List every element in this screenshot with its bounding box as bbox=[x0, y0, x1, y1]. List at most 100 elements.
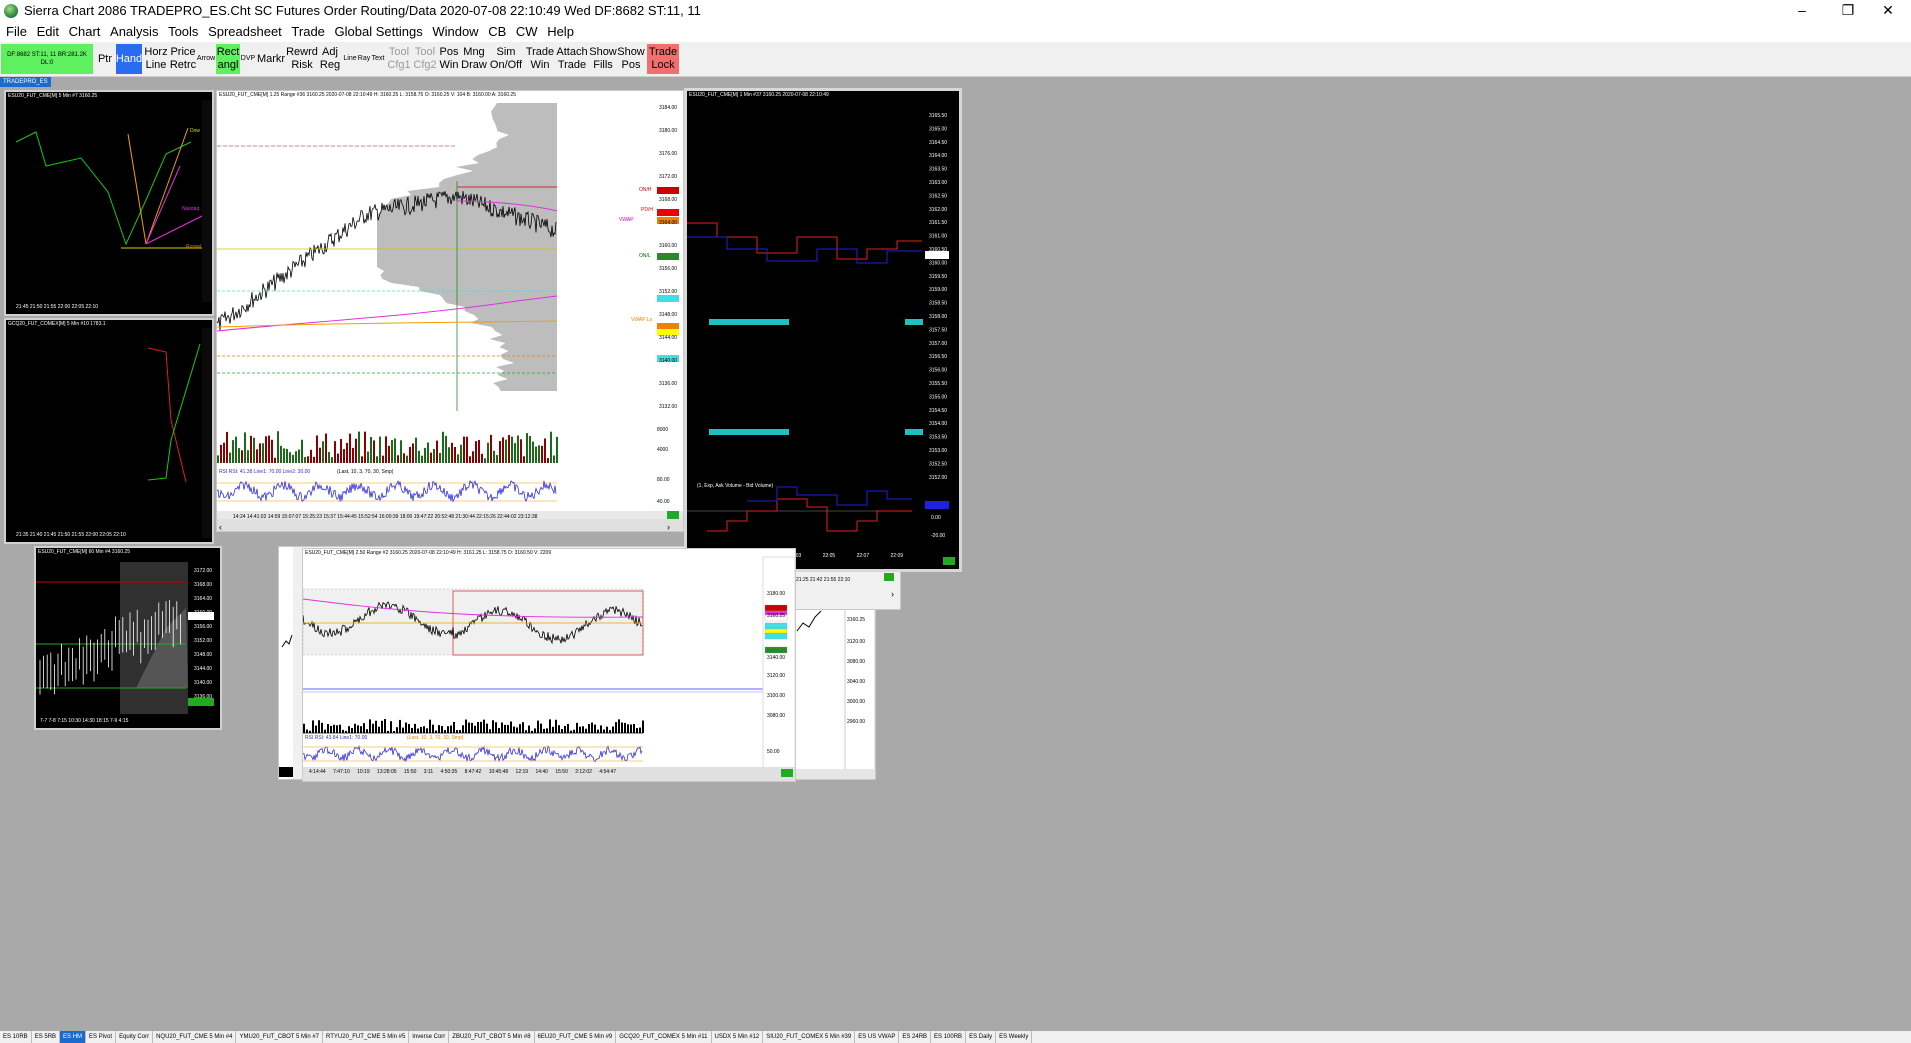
reward-risk-tool-button[interactable]: Rewrd Risk bbox=[286, 44, 318, 74]
scroll-right-icon[interactable]: › bbox=[667, 522, 670, 531]
price-label: 3120.00 bbox=[847, 639, 866, 645]
trade-window-button[interactable]: Trade Win bbox=[525, 44, 555, 74]
menu-cb[interactable]: CB bbox=[482, 22, 506, 42]
menu-spreadsheet[interactable]: Spreadsheet bbox=[202, 22, 282, 42]
time-axis: 21:45 21:50 21:55 22:00 22:05 22:10 bbox=[16, 304, 99, 310]
chart-es-2.50-range[interactable]: ESU20_FUT_CME[M] 2.50 Range #2 3160.25 2… bbox=[302, 548, 796, 782]
close-button[interactable]: ✕ bbox=[1865, 0, 1911, 22]
tab-nq[interactable]: NQU20_FUT_CME 5 Min #4 bbox=[153, 1031, 237, 1043]
price-retracement-tool-button[interactable]: Price Retrc bbox=[170, 44, 196, 74]
volume-label: 4000 bbox=[657, 447, 669, 453]
show-position-button[interactable]: Show Pos bbox=[617, 44, 645, 74]
menu-window[interactable]: Window bbox=[426, 22, 478, 42]
tab-es-us-vwap[interactable]: ES US VWAP bbox=[855, 1031, 900, 1043]
tab-zb[interactable]: ZBU20_FUT_CBOT 5 Min #8 bbox=[449, 1031, 535, 1043]
price-label: 3157.50 bbox=[929, 327, 947, 333]
price-label: 3000.00 bbox=[847, 699, 866, 705]
horizontal-line-tool-button[interactable]: Horz Line bbox=[143, 44, 169, 74]
price-label: 3156.50 bbox=[929, 354, 947, 360]
line-tool-button[interactable]: Line bbox=[343, 44, 357, 74]
price-label: 3155.50 bbox=[929, 381, 947, 387]
chart-es-1.25-range[interactable]: ESU20_FUT_CME[M] 1.25 Range #36 3160.25 … bbox=[216, 90, 684, 532]
price-label: 3080.00 bbox=[847, 659, 866, 665]
position-window-button[interactable]: Pos Win bbox=[438, 44, 460, 74]
chart-window-behind-middle[interactable]: 21:25 21:42 21:55 22:10 › bbox=[795, 570, 901, 610]
tab-es-100rb[interactable]: ES 100RB bbox=[931, 1031, 967, 1043]
chart-gc-5min[interactable]: GCQ20_FUT_COMEX[M] 5 Min #10 1783.1 21:3… bbox=[4, 318, 214, 544]
price-label: 3172.00 bbox=[659, 174, 678, 180]
tab-es-weekly[interactable]: ES Weekly bbox=[996, 1031, 1033, 1043]
menu-global-settings[interactable]: Global Settings bbox=[329, 22, 423, 42]
tab-es-5rb[interactable]: ES 5RB bbox=[32, 1031, 61, 1043]
text-tool-button[interactable]: Text bbox=[371, 44, 385, 74]
rsi-params: (Last, 10, 3, 70, 30, Smp) bbox=[337, 469, 394, 475]
tab-gc[interactable]: GCQ20_FUT_COMEX 5 Min #11 bbox=[616, 1031, 712, 1043]
price-label: 3172.00 bbox=[194, 568, 213, 574]
price-label: 3144.00 bbox=[194, 666, 213, 672]
tab-usdx[interactable]: USDX 5 Min #12 bbox=[712, 1031, 764, 1043]
price-label: 3152.00 bbox=[659, 289, 678, 295]
vwap-level-label: VWAP bbox=[619, 217, 634, 223]
price-label: 2960.00 bbox=[847, 719, 866, 725]
es250-graphics bbox=[303, 556, 795, 781]
menu-tools[interactable]: Tools bbox=[162, 22, 198, 42]
trade-lock-button[interactable]: Trade Lock bbox=[647, 44, 679, 74]
menu-cw[interactable]: CW bbox=[510, 22, 538, 42]
price-label: 3168.00 bbox=[194, 582, 213, 588]
menu-help[interactable]: Help bbox=[541, 22, 574, 42]
attach-trade-button[interactable]: Attach Trade bbox=[556, 44, 588, 74]
tab-inverse-corr[interactable]: Inverse Corr bbox=[409, 1031, 450, 1043]
rsi-level-label: 80.00 bbox=[657, 477, 670, 483]
minimize-button[interactable]: – bbox=[1779, 0, 1825, 22]
vwap-low-label: VWAP Lo bbox=[631, 317, 653, 323]
chart-es-1min[interactable]: ESU20_FUT_CME[M] 1 Min #37 3160.25 2020-… bbox=[684, 88, 962, 572]
tab-es-pivot[interactable]: ES Pivot bbox=[86, 1031, 117, 1043]
price-label: 3164.00 bbox=[929, 153, 947, 159]
tool-config-2-button[interactable]: Tool Cfg2 bbox=[413, 44, 437, 74]
price-label: 3156.00 bbox=[929, 368, 947, 374]
menu-file[interactable]: File bbox=[0, 22, 27, 42]
menu-chart[interactable]: Chart bbox=[63, 22, 101, 42]
tab-equity-corr[interactable]: Equity Corr bbox=[116, 1031, 154, 1043]
hand-tool-button[interactable]: Hand bbox=[116, 44, 142, 74]
tab-es-daily[interactable]: ES Daily bbox=[966, 1031, 997, 1043]
pdh-level-label: PD/H bbox=[641, 207, 653, 213]
menu-edit[interactable]: Edit bbox=[31, 22, 59, 42]
tab-6e[interactable]: 6EU20_FUT_CME 5 Min #9 bbox=[535, 1031, 617, 1043]
price-label: 3156.00 bbox=[194, 624, 213, 630]
manage-drawings-button[interactable]: Mng Draw bbox=[461, 44, 487, 74]
price-label: 3080.00 bbox=[767, 713, 786, 719]
price-label: 3040.00 bbox=[847, 679, 866, 685]
pointer-tool-button[interactable]: Ptr bbox=[96, 44, 114, 74]
arrow-tool-button[interactable]: Arrow bbox=[197, 44, 215, 74]
price-label: 3100.00 bbox=[767, 693, 786, 699]
sim-toggle-button[interactable]: Sim On/Off bbox=[488, 44, 524, 74]
dvp-tool-button[interactable]: DVP bbox=[241, 44, 255, 74]
price-label: 3148.00 bbox=[659, 312, 678, 318]
es1-graphics: 3165.50 3165.00 3164.50 3164.00 3163.50 3163.… bbox=[687, 99, 959, 569]
price-label: 3136.00 bbox=[194, 694, 213, 700]
rsi-level-label: 50.00 bbox=[767, 749, 780, 755]
chartbook-tab[interactable]: TRADEPRO_ES bbox=[0, 77, 51, 87]
time-axis: 7-7 7-8 7:15 10:30 14:30 18:15 7-9 4:15 bbox=[40, 718, 129, 724]
tab-es-24rb[interactable]: ES 24RB bbox=[899, 1031, 932, 1043]
menu-analysis[interactable]: Analysis bbox=[104, 22, 158, 42]
menu-trade[interactable]: Trade bbox=[285, 22, 324, 42]
tab-ym[interactable]: YMU20_FUT_CBOT 5 Min #7 bbox=[236, 1031, 324, 1043]
chart-es-5min-corr[interactable]: ESU20_FUT_CME[M] 5 Min #7 3160.25 Dow Na… bbox=[4, 90, 214, 316]
tab-si[interactable]: SIU20_FUT_COMEX 5 Min #39 bbox=[763, 1031, 856, 1043]
nasdaq-label: Nasdaq bbox=[182, 206, 200, 212]
rectangle-tool-button[interactable]: Rect angl bbox=[216, 44, 240, 74]
adjust-regression-tool-button[interactable]: Adj Reg bbox=[318, 44, 342, 74]
scroll-left-icon[interactable]: ‹ bbox=[219, 522, 222, 531]
tab-rty[interactable]: RTYU20_FUT_CME 5 Min #5 bbox=[323, 1031, 410, 1043]
show-fills-button[interactable]: Show Fills bbox=[589, 44, 617, 74]
marker-tool-button[interactable]: Markr bbox=[256, 44, 286, 74]
tab-es-hm[interactable]: ES HM bbox=[60, 1031, 87, 1043]
tab-es-10rb[interactable]: ES 10RB bbox=[0, 1031, 32, 1043]
chart-es-60min[interactable]: ESU20_FUT_CME[M] 60 Min #4 3160.25 3172.… bbox=[34, 546, 222, 730]
time-axis: 4:14:44 7:47:10 10:19 13:28:05 15:50 3:1… bbox=[309, 769, 616, 775]
ray-tool-button[interactable]: Ray bbox=[357, 44, 371, 74]
tool-config-1-button[interactable]: Tool Cfg1 bbox=[386, 44, 412, 74]
scroll-right-icon[interactable]: › bbox=[891, 589, 894, 599]
